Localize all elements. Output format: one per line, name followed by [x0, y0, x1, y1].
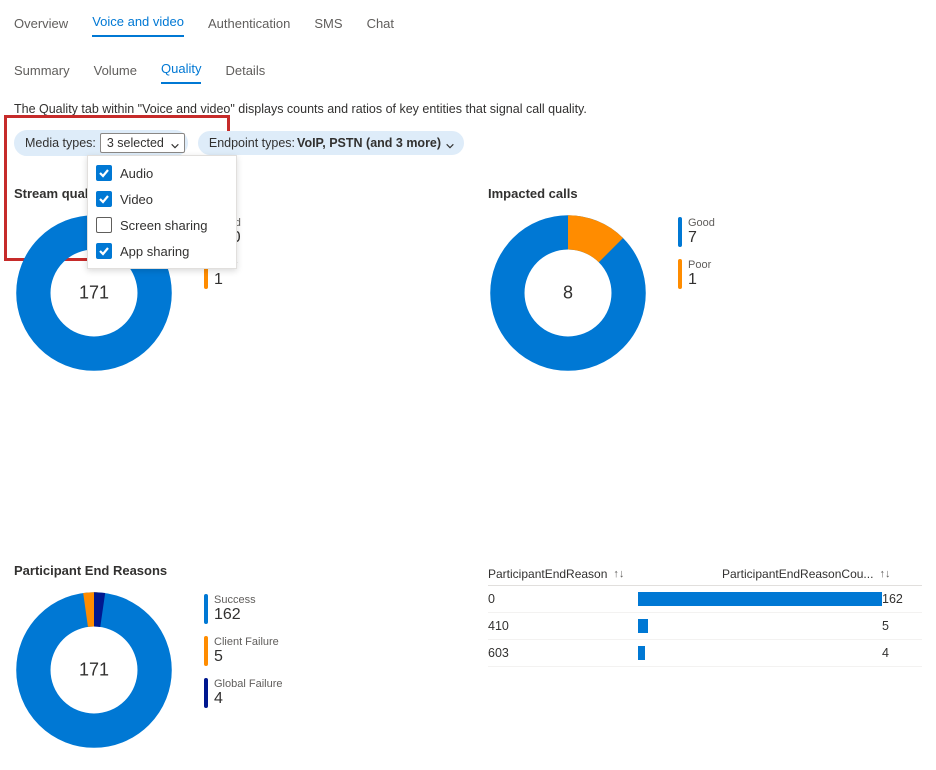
- tab-description: The Quality tab within "Voice and video"…: [14, 102, 922, 116]
- panel-end-reason-table: ParticipantEndReason ↑↓ ParticipantEndRe…: [488, 563, 922, 750]
- media-type-option-audio[interactable]: Audio: [94, 160, 230, 186]
- impacted-calls-donut: 8: [488, 213, 648, 373]
- media-type-option-screen-sharing[interactable]: Screen sharing: [94, 212, 230, 238]
- media-types-select[interactable]: 3 selected: [100, 133, 185, 153]
- legend-label: Client Failure: [214, 636, 279, 648]
- endpoint-types-value: VoIP, PSTN (and 3 more): [297, 136, 441, 150]
- legend-label: Poor: [688, 259, 711, 271]
- media-types-selected-text: 3 selected: [107, 136, 164, 150]
- legend-value: 162: [214, 606, 256, 624]
- subtab-volume[interactable]: Volume: [94, 61, 137, 84]
- legend-item: Poor 1: [678, 259, 715, 289]
- sort-icon[interactable]: ↑↓: [879, 568, 890, 580]
- chevron-down-icon: [445, 140, 455, 150]
- legend-value: 7: [688, 229, 715, 247]
- tab-chat[interactable]: Chat: [367, 12, 394, 37]
- spacer: [488, 413, 922, 523]
- end-reasons-legend: Success 162 Client Failure 5: [204, 590, 282, 708]
- option-label: Video: [120, 192, 153, 207]
- count-bar: [638, 592, 882, 606]
- impacted-calls-legend: Good 7 Poor 1: [678, 213, 715, 289]
- panel-participant-end-reasons: Participant End Reasons 171 Success: [14, 563, 448, 750]
- chevron-down-icon: [170, 140, 180, 150]
- reason-cell: 603: [488, 646, 638, 660]
- legend-item: Client Failure 5: [204, 636, 282, 666]
- legend-color-swatch: [204, 678, 208, 708]
- legend-item: Global Failure 4: [204, 678, 282, 708]
- tab-authentication[interactable]: Authentication: [208, 12, 290, 37]
- legend-item: Success 162: [204, 594, 282, 624]
- legend-color-swatch: [678, 217, 682, 247]
- donut-total: 171: [79, 283, 109, 304]
- table-row[interactable]: 603 4: [488, 640, 922, 667]
- primary-tabs: Overview Voice and video Authentication …: [14, 8, 922, 38]
- count-bar: [638, 619, 882, 633]
- legend-color-swatch: [204, 594, 208, 624]
- end-reasons-donut: 171: [14, 590, 174, 750]
- legend-value: 5: [214, 648, 279, 666]
- donut-total: 8: [563, 283, 573, 304]
- legend-item: Good 7: [678, 217, 715, 247]
- subtab-quality[interactable]: Quality: [161, 59, 201, 84]
- count-cell: 5: [882, 619, 922, 633]
- sort-icon[interactable]: ↑↓: [613, 568, 624, 580]
- panel-impacted-calls: Impacted calls 8 Good 7: [488, 186, 922, 373]
- filter-row: Media types: 3 selected Audio: [14, 130, 922, 156]
- tab-voice-and-video[interactable]: Voice and video: [92, 10, 184, 37]
- panel-title: Impacted calls: [488, 186, 922, 201]
- column-header-count[interactable]: ParticipantEndReasonCou...: [722, 567, 873, 581]
- media-types-dropdown: Audio Video Screen sharing App shar: [87, 155, 237, 269]
- media-type-option-app-sharing[interactable]: App sharing: [94, 238, 230, 264]
- option-label: Audio: [120, 166, 153, 181]
- legend-label: Success: [214, 594, 256, 606]
- subtab-details[interactable]: Details: [225, 61, 265, 84]
- charts-grid: Stream quality 171 Good 170: [14, 186, 922, 750]
- column-header-reason[interactable]: ParticipantEndReason: [488, 567, 607, 581]
- legend-value: 4: [214, 690, 282, 708]
- legend-label: Good: [688, 217, 715, 229]
- option-label: App sharing: [120, 244, 189, 259]
- endpoint-types-prefix: Endpoint types:: [209, 136, 295, 150]
- legend-label: Global Failure: [214, 678, 282, 690]
- donut-total: 171: [79, 660, 109, 681]
- tab-sms[interactable]: SMS: [314, 12, 342, 37]
- legend-value: 1: [688, 271, 711, 289]
- checkbox-icon: [96, 165, 112, 181]
- legend-value: 1: [214, 271, 237, 289]
- table-row[interactable]: 0 162: [488, 586, 922, 613]
- spacer: [14, 413, 448, 523]
- count-cell: 162: [882, 592, 922, 606]
- checkbox-icon: [96, 217, 112, 233]
- media-type-option-video[interactable]: Video: [94, 186, 230, 212]
- tab-overview[interactable]: Overview: [14, 12, 68, 37]
- checkbox-icon: [96, 191, 112, 207]
- media-types-filter[interactable]: Media types: 3 selected Audio: [14, 130, 188, 156]
- legend-color-swatch: [678, 259, 682, 289]
- legend-color-swatch: [204, 636, 208, 666]
- secondary-tabs: Summary Volume Quality Details: [14, 56, 922, 84]
- table-row[interactable]: 410 5: [488, 613, 922, 640]
- reason-cell: 410: [488, 619, 638, 633]
- option-label: Screen sharing: [120, 218, 207, 233]
- count-bar: [638, 646, 882, 660]
- media-types-label: Media types:: [25, 136, 96, 150]
- subtab-summary[interactable]: Summary: [14, 61, 70, 84]
- endpoint-types-filter[interactable]: Endpoint types: VoIP, PSTN (and 3 more): [198, 131, 464, 155]
- reason-cell: 0: [488, 592, 638, 606]
- count-cell: 4: [882, 646, 922, 660]
- panel-title: Participant End Reasons: [14, 563, 448, 578]
- table-header: ParticipantEndReason ↑↓ ParticipantEndRe…: [488, 563, 922, 586]
- checkbox-icon: [96, 243, 112, 259]
